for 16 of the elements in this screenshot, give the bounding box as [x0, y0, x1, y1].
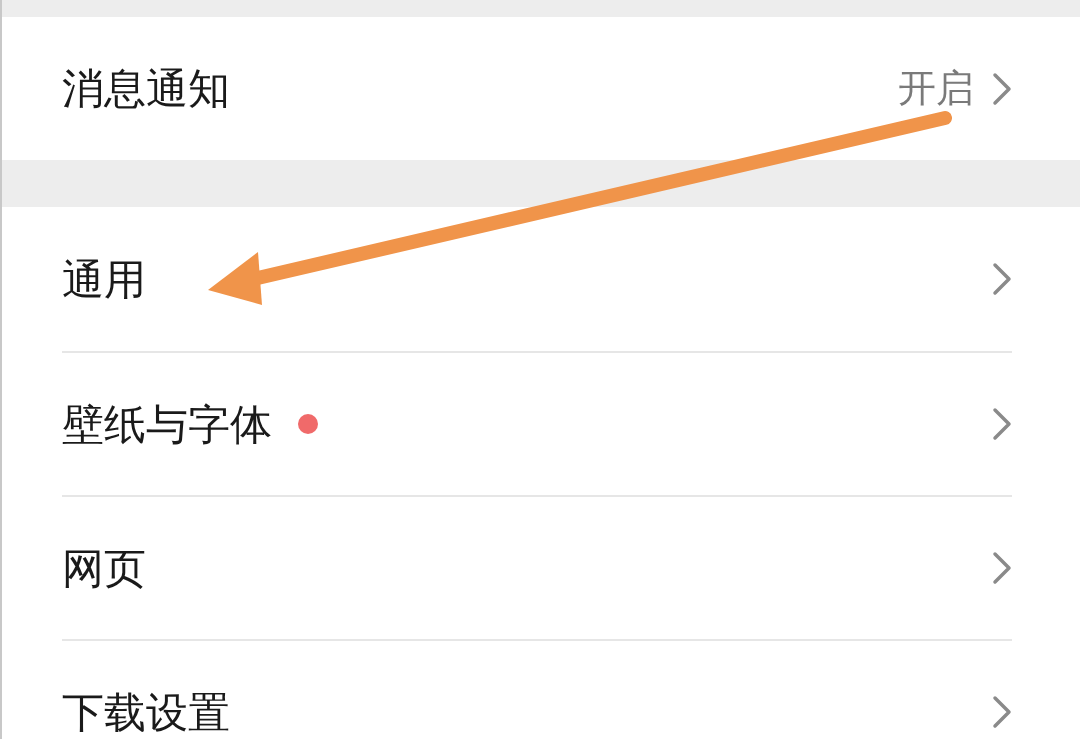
row-label: 通用 [62, 253, 146, 306]
settings-row[interactable]: 下载设置 [2, 639, 1080, 739]
chevron-right-icon [992, 407, 1012, 441]
chevron-right-icon [992, 262, 1012, 296]
row-label: 网页 [62, 542, 146, 595]
row-label: 下载设置 [62, 686, 230, 739]
chevron-right-icon [992, 551, 1012, 585]
settings-row[interactable]: 通用 [2, 207, 1080, 351]
settings-row[interactable]: 网页 [2, 495, 1080, 639]
row-value: 开启 [898, 65, 974, 112]
settings-row[interactable]: 消息通知 开启 [2, 17, 1080, 160]
chevron-right-icon [992, 695, 1012, 729]
row-label: 壁纸与字体 [62, 398, 272, 451]
settings-row[interactable]: 壁纸与字体 [2, 351, 1080, 495]
chevron-right-icon [992, 71, 1012, 106]
row-label: 消息通知 [62, 63, 230, 115]
